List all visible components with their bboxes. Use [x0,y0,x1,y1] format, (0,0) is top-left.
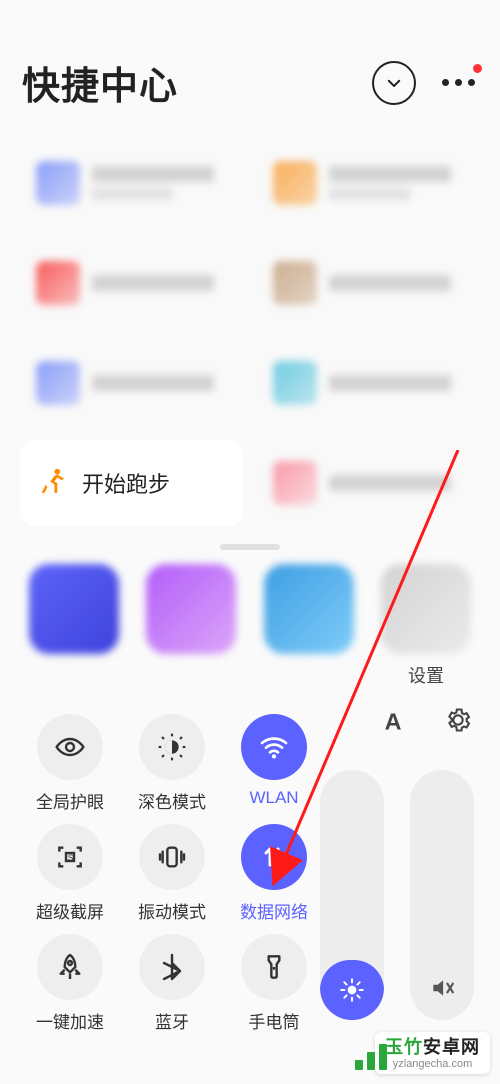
qs-label: 深色模式 [138,788,206,813]
brightness-slider[interactable] [320,770,384,1020]
qs-label: 全局护眼 [36,788,104,813]
qs-label: 一键加速 [36,1008,104,1033]
qs-label: WLAN [249,788,298,808]
brightness-icon [339,977,365,1003]
notification-dot [473,64,482,73]
volume-slider[interactable] [410,770,474,1020]
handle-icon [220,544,280,550]
svg-text:A: A [385,708,402,734]
header-actions [372,61,478,105]
app-label: 设置 [408,662,444,682]
qs-label: 蓝牙 [155,1008,189,1033]
watermark-brand: 玉竹安卓网 [385,1038,480,1058]
shortcut-card[interactable] [257,440,480,526]
qs-item-eye-comfort[interactable]: 全局护眼 [20,714,120,824]
qs-item-screenshot[interactable]: S 超级截屏 [20,824,120,934]
shortcut-card[interactable] [257,240,480,326]
app-row: 设置 [0,554,500,700]
qs-item-dark-mode[interactable]: 深色模式 [122,714,222,824]
shortcut-grid: 开始跑步 [0,140,500,526]
header: 快捷中心 [0,0,500,140]
qs-label: 振动模式 [138,898,206,923]
settings-button[interactable] [444,706,472,734]
qs-item-bluetooth[interactable]: 蓝牙 [122,934,222,1044]
mute-icon [429,975,455,1001]
more-icon [442,79,475,86]
app-shortcut[interactable] [143,564,239,682]
drag-handle[interactable] [0,526,500,554]
mobile-data-icon [258,841,290,873]
vibrate-icon [156,841,188,873]
qs-item-boost[interactable]: 一键加速 [20,934,120,1044]
qs-top-actions: A [380,706,472,734]
shortcut-card[interactable] [257,340,480,426]
qs-item-mobile-data[interactable]: 数据网络 [224,824,324,934]
sliders [320,770,474,1020]
app-shortcut-settings[interactable]: 设置 [378,564,474,682]
shortcut-card[interactable] [20,240,243,326]
qs-label: 手电筒 [249,1008,300,1033]
font-icon: A [380,706,408,734]
watermark-domain: yzlangecha.com [385,1058,480,1070]
running-icon [36,466,70,500]
font-size-button[interactable]: A [380,706,408,734]
qs-label: 超级截屏 [36,898,104,923]
bluetooth-icon [156,951,188,983]
wifi-icon [258,731,290,763]
flashlight-icon [258,951,290,983]
screenshot-icon: S [54,841,86,873]
gear-icon [444,706,472,734]
shortcut-card[interactable] [20,340,243,426]
quick-settings-panel: A 全局护眼 深色模式 WLAN S 超级截屏 振动模式 [0,700,500,1044]
qs-item-flashlight[interactable]: 手电筒 [224,934,324,1044]
collapse-button[interactable] [372,61,416,105]
watermark-logo-icon [355,1044,387,1070]
qs-item-vibrate[interactable]: 振动模式 [122,824,222,934]
shortcut-card-label: 开始跑步 [82,467,170,499]
chevron-down-icon [385,74,403,92]
dark-mode-icon [156,731,188,763]
more-button[interactable] [438,68,478,98]
app-shortcut[interactable] [261,564,357,682]
qs-item-wlan[interactable]: WLAN [224,714,324,824]
watermark: 玉竹安卓网 yzlangecha.com [375,1032,490,1074]
shortcut-card[interactable] [20,140,243,226]
rocket-icon [54,951,86,983]
page-title: 快捷中心 [22,55,178,110]
qs-label: 数据网络 [240,898,308,923]
svg-text:S: S [68,853,73,862]
eye-icon [54,731,86,763]
app-shortcut[interactable] [26,564,122,682]
shortcut-card-run[interactable]: 开始跑步 [20,440,243,526]
shortcut-card[interactable] [257,140,480,226]
